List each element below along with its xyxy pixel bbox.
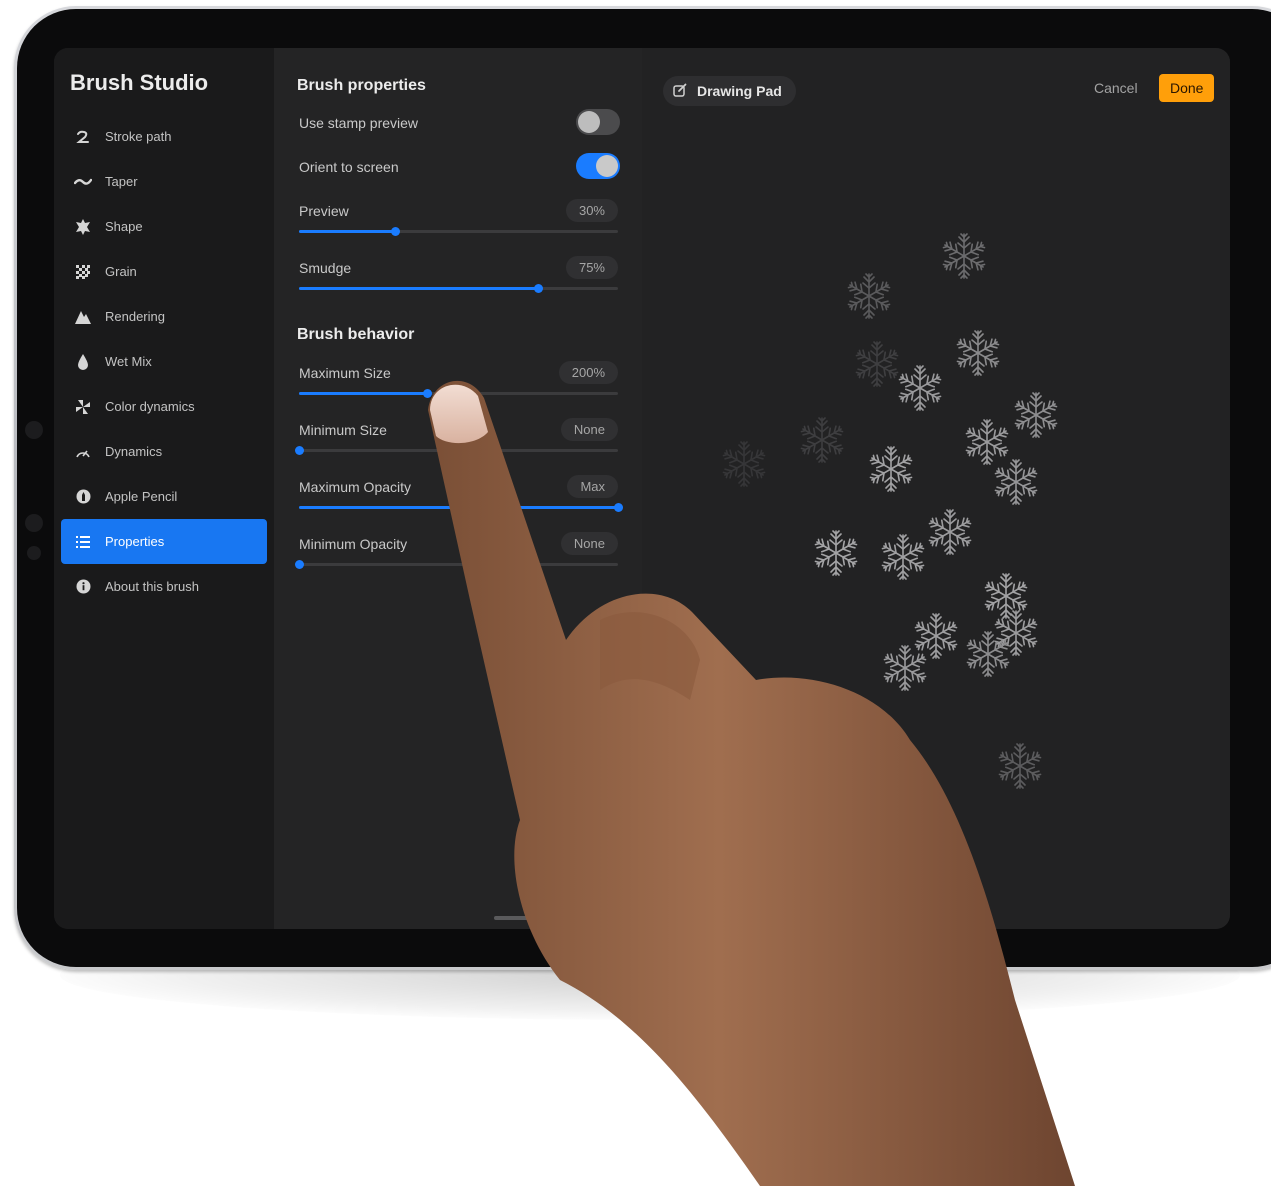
finger-hand-illustration xyxy=(428,380,1075,1186)
index-finger xyxy=(428,380,1075,1186)
